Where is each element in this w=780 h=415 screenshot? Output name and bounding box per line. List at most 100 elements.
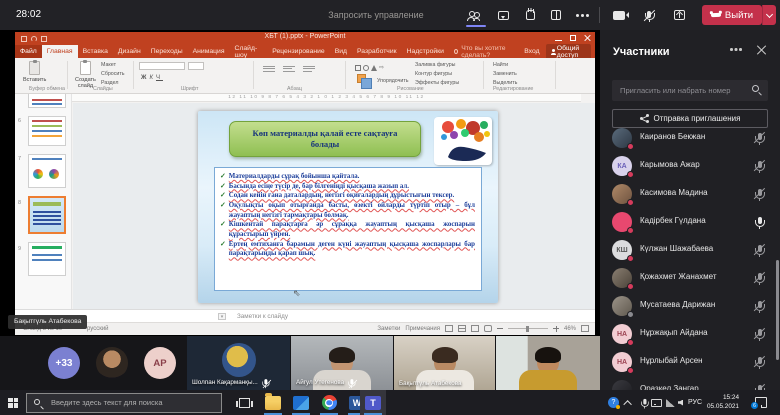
clock[interactable]: 15:2405.05.2021 <box>707 390 739 415</box>
bullets-button[interactable] <box>263 64 275 73</box>
overflow-count-avatar[interactable]: +33 <box>48 347 80 379</box>
participants-button[interactable] <box>462 7 484 23</box>
hidden-icons-button[interactable] <box>626 390 632 415</box>
video-tile[interactable]: Шолпан Кақарманқы... <box>187 336 290 390</box>
sign-in-button[interactable]: Вход <box>524 48 539 55</box>
participant-row[interactable]: КШ Күлжан Шажабаева <box>600 236 780 264</box>
notes-bar[interactable]: ▾ Заметки к слайду <box>15 309 595 322</box>
touch-keyboard-button[interactable] <box>651 390 662 415</box>
chrome-button[interactable] <box>316 390 342 415</box>
participant-row[interactable]: Каиранов Бекжан <box>600 124 780 152</box>
volume-button[interactable] <box>678 390 683 415</box>
teams-button[interactable]: T <box>360 390 386 415</box>
language-indicator[interactable]: русский <box>87 326 109 332</box>
reading-view-icon[interactable] <box>471 325 479 332</box>
close-icon[interactable] <box>584 34 591 41</box>
notes-toggle[interactable]: Заметки <box>377 326 400 332</box>
mic-button[interactable] <box>638 7 660 23</box>
network-button[interactable] <box>666 390 675 415</box>
zoom-percent[interactable]: 46% <box>564 326 576 332</box>
taskbar-search-input[interactable] <box>26 393 222 413</box>
slideshow-view-icon[interactable] <box>484 325 492 332</box>
panel-scrollbar[interactable] <box>776 260 779 360</box>
arrange-button[interactable] <box>357 74 366 83</box>
tab-design[interactable]: Дизайн <box>113 45 146 58</box>
tab-transitions[interactable]: Переходы <box>146 45 188 58</box>
slide-thumbnail-7[interactable] <box>28 154 66 188</box>
slide-thumbnail-partial[interactable] <box>28 94 66 108</box>
video-tile[interactable]: Бақытгүль Атабекова <box>394 336 495 390</box>
underline-button[interactable]: Ч <box>156 75 163 81</box>
font-size-box[interactable] <box>188 62 204 70</box>
columns-button[interactable] <box>303 64 315 73</box>
tab-review[interactable]: Рецензирование <box>267 45 329 58</box>
zoom-slider-thumb[interactable] <box>526 326 529 332</box>
slide-clipart[interactable] <box>434 117 492 165</box>
raise-hand-button[interactable] <box>519 7 541 23</box>
align-button[interactable] <box>283 64 295 73</box>
tab-animations[interactable]: Анимация <box>188 45 230 58</box>
participant-row[interactable]: Кадірбек Гүлдана <box>600 208 780 236</box>
zoom-out-icon[interactable] <box>497 326 503 332</box>
zoom-slider[interactable] <box>508 328 548 329</box>
participant-initials-avatar[interactable]: АР <box>144 347 176 379</box>
slide-thumbnail-6[interactable] <box>28 116 66 146</box>
tab-addins[interactable]: Надстройки <box>402 45 449 58</box>
video-tile[interactable] <box>496 336 600 390</box>
paste-button[interactable]: Вставить <box>23 61 46 83</box>
participant-row[interactable]: КА Карымова Ажар <box>600 152 780 180</box>
file-explorer-button[interactable] <box>260 390 286 415</box>
tab-slideshow[interactable]: Слайд-шоу <box>230 45 268 58</box>
tab-view[interactable]: Вид <box>330 45 352 58</box>
slide-thumbnails-pane[interactable]: 6 7 8 9 <box>15 94 72 309</box>
leave-options-button[interactable] <box>762 5 776 25</box>
more-actions-button[interactable] <box>571 7 593 23</box>
task-view-button[interactable] <box>232 390 256 415</box>
participant-row[interactable]: НА Нұрлыбай Арсен <box>600 348 780 376</box>
collapse-notes-icon[interactable]: ▾ <box>218 313 226 320</box>
invite-input[interactable] <box>612 80 768 101</box>
shape-fill-button[interactable]: Заливка фигуры <box>415 62 455 68</box>
normal-view-icon[interactable] <box>445 325 453 332</box>
find-button[interactable]: Найти <box>493 62 508 68</box>
slide-thumbnail-9[interactable] <box>28 242 66 276</box>
panel-close-button[interactable] <box>756 44 766 54</box>
slide-title[interactable]: Көп материалды қалай есте сақтауға болад… <box>229 121 421 157</box>
slide-canvas[interactable]: Көп материалды қалай есте сақтауға болад… <box>198 111 498 303</box>
participant-row[interactable]: Оразкел Зангар <box>600 376 780 390</box>
action-center-button[interactable]: 6 <box>755 390 767 415</box>
tray-mic-button[interactable] <box>638 390 651 415</box>
tab-home[interactable]: Главная <box>42 45 78 58</box>
comments-toggle[interactable]: Примечания <box>405 326 440 332</box>
request-control-button[interactable]: Запросить управление <box>286 10 466 20</box>
new-slide-button[interactable]: Создать слайд <box>75 61 96 89</box>
breakout-rooms-button[interactable] <box>545 7 567 23</box>
minimize-icon[interactable] <box>555 40 562 41</box>
participant-photo-avatar[interactable] <box>96 347 128 379</box>
help-tray-button[interactable]: ? <box>608 390 619 415</box>
chat-button[interactable] <box>492 7 514 23</box>
camera-button[interactable] <box>608 7 630 23</box>
font-name-box[interactable] <box>139 62 185 70</box>
tab-insert[interactable]: Вставка <box>78 45 113 58</box>
slide-editor-area[interactable]: Көп материалды қалай есте сақтауға болад… <box>73 103 595 309</box>
zoom-in-icon[interactable] <box>553 326 559 332</box>
shape-outline-button[interactable]: Контур фигуры <box>415 71 452 77</box>
replace-button[interactable]: Заменить <box>493 71 517 77</box>
start-button[interactable] <box>0 390 26 415</box>
participant-row[interactable]: Касимова Мадина <box>600 180 780 208</box>
leave-button[interactable]: Выйти <box>702 5 762 25</box>
tab-developer[interactable]: Разработчик <box>352 45 402 58</box>
reset-button[interactable]: Сбросить <box>101 71 125 77</box>
slide-bullets-box[interactable]: ✓Материалдарды сұрақ бойынша қайтала. ✓Б… <box>214 167 482 291</box>
participant-row[interactable]: Мусатаева Дарижан <box>600 292 780 320</box>
participant-row[interactable]: Қожахмет Жанахмет <box>600 264 780 292</box>
tell-me-box[interactable]: Что вы хотите сделать? <box>449 45 524 58</box>
shapes-gallery[interactable]: ⇨ <box>355 64 384 71</box>
tab-file[interactable]: Файл <box>15 45 42 58</box>
panel-more-button[interactable] <box>730 48 734 52</box>
slide-sorter-icon[interactable] <box>458 325 466 332</box>
layout-button[interactable]: Макет <box>101 62 116 68</box>
restore-icon[interactable] <box>570 35 576 41</box>
slide-thumbnail-8-selected[interactable] <box>28 196 66 234</box>
